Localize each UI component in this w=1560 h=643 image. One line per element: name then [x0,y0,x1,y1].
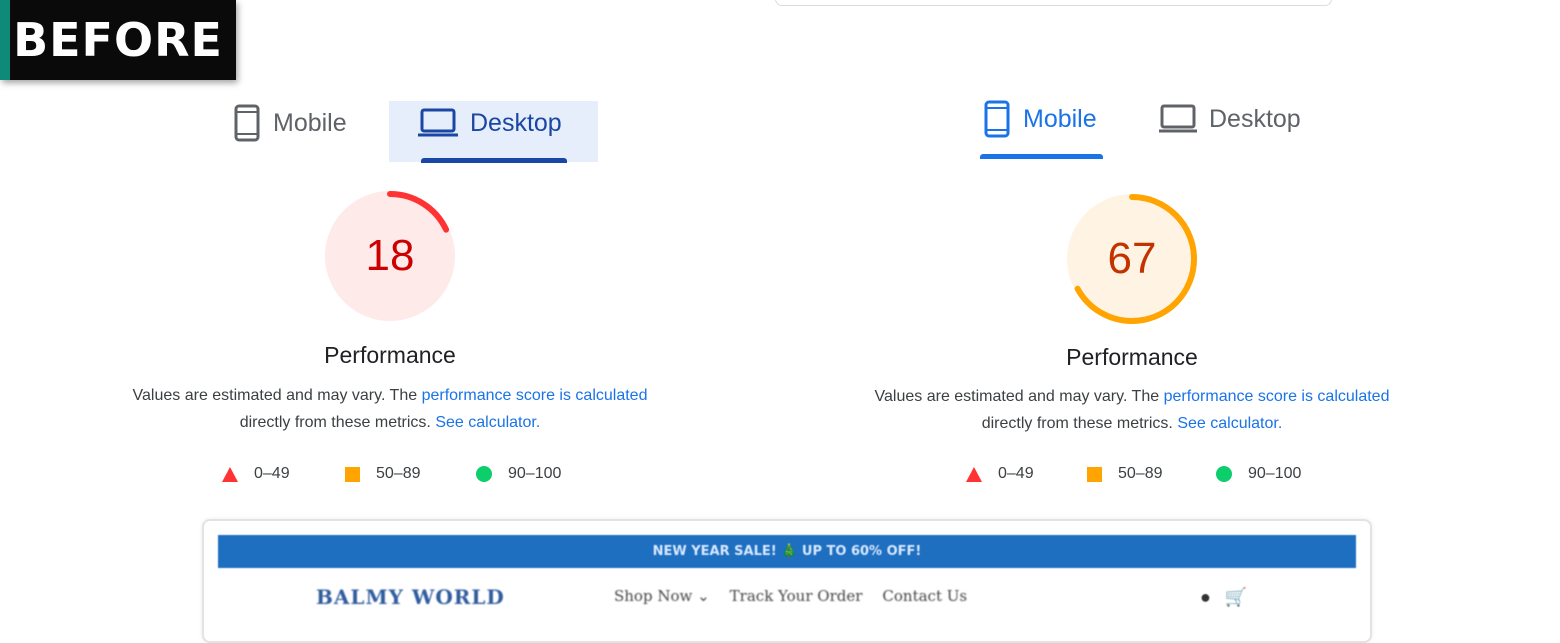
desc-text: directly from these metrics. [981,415,1173,432]
performance-description: Values are estimated and may vary. The p… [90,382,690,436]
square-icon [1087,466,1102,482]
score-legend: 0–49 50–89 90–100 [222,465,561,483]
legend-label: 50–89 [1118,465,1163,482]
performance-gauge-right: 67 [1064,191,1200,327]
score-legend: 0–49 50–89 90–100 [966,465,1301,483]
triangle-icon [222,466,238,482]
search-bar-edge[interactable] [775,0,1332,6]
legend-pass: 90–100 [476,465,561,483]
site-header-icons: ● 🛒 [1200,587,1247,608]
legend-pass: 90–100 [1216,465,1301,483]
page-screenshot-preview: NEW YEAR SALE! 🎄 UP TO 60% OFF! BALMY WO… [202,519,1372,643]
badge-accent-stripe [0,0,10,80]
faint-mark [283,8,311,14]
mobile-phone-icon [234,104,260,142]
desc-text: Values are estimated and may vary. The [874,388,1160,405]
triangle-icon [966,466,982,482]
nav-item-contact: Contact Us [882,587,968,605]
globe-icon: ● [1200,587,1211,607]
active-tab-indicator [421,158,567,163]
tab-mobile-right[interactable]: Mobile [983,100,1097,138]
laptop-icon [1159,104,1197,133]
tab-label: Mobile [1023,104,1097,133]
score-value: 67 [1107,234,1157,283]
legend-label: 90–100 [508,465,562,482]
square-icon [345,466,360,482]
legend-label: 90–100 [1248,465,1302,482]
desc-text: Values are estimated and may vary. The [132,387,418,404]
tab-desktop-left[interactable]: Desktop [418,108,562,138]
legend-fail: 0–49 [966,465,1087,483]
see-calculator-link[interactable]: See calculator. [1177,415,1282,432]
see-calculator-link[interactable]: See calculator. [435,414,540,431]
tab-desktop-right[interactable]: Desktop [1159,104,1301,134]
mobile-phone-icon [984,100,1010,138]
circle-icon [1216,466,1232,482]
legend-average: 50–89 [1087,465,1216,483]
tab-label: Desktop [470,108,562,137]
legend-fail: 0–49 [222,465,345,483]
performance-title: Performance [324,342,456,368]
laptop-icon [418,108,458,137]
tab-mobile-left[interactable]: Mobile [233,104,347,142]
tab-label: Desktop [1209,104,1301,133]
nav-item-track-order: Track Your Order [729,587,863,605]
promo-banner: NEW YEAR SALE! 🎄 UP TO 60% OFF! [218,535,1356,568]
legend-label: 0–49 [254,465,290,482]
site-logo: BALMY WORLD [316,585,505,609]
nav-item-shop-now: Shop Now ⌄ [614,587,710,605]
legend-label: 50–89 [376,465,421,482]
score-calculated-link[interactable]: performance score is calculated [422,387,648,404]
circle-icon [476,466,492,482]
performance-description: Values are estimated and may vary. The p… [832,383,1432,437]
performance-title: Performance [1066,344,1198,370]
badge-label: BEFORE [13,13,223,67]
legend-average: 50–89 [345,465,476,483]
cart-icon: 🛒 [1224,587,1248,607]
score-calculated-link[interactable]: performance score is calculated [1164,388,1390,405]
desc-text: directly from these metrics. [239,414,431,431]
legend-label: 0–49 [998,465,1034,482]
before-badge: BEFORE [0,0,236,80]
score-value: 18 [365,231,415,280]
tab-label: Mobile [273,108,347,137]
performance-gauge-left: 18 [322,188,458,324]
active-tab-indicator [980,154,1103,159]
site-nav: Shop Now ⌄ Track Your Order Contact Us [614,587,967,605]
